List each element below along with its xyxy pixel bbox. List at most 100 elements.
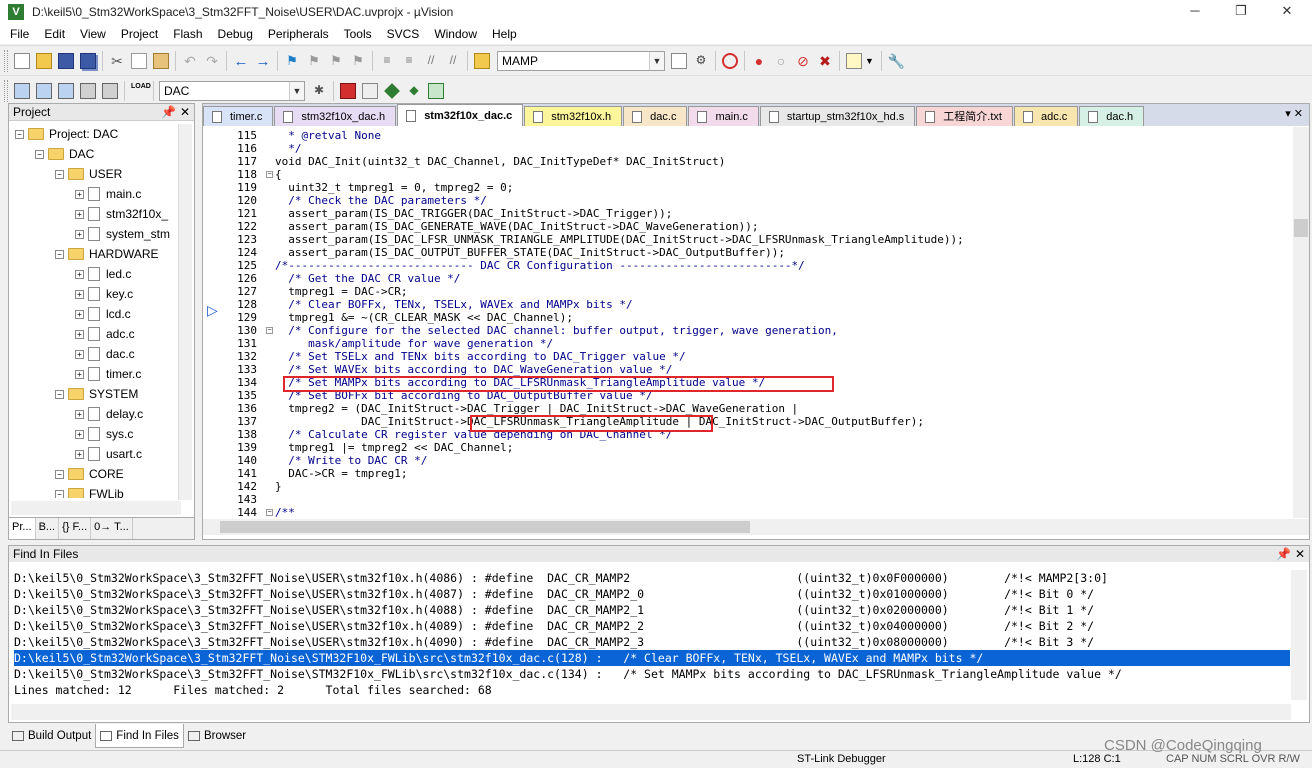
target-options-icon[interactable]: ✱ — [311, 83, 327, 99]
tab-templates[interactable]: 0→ T... — [91, 518, 133, 539]
editor-horizontal-scrollbar[interactable] — [203, 519, 1309, 535]
expand-toggle-icon[interactable]: − — [55, 489, 64, 498]
breakpoint-disable-all-icon[interactable]: ⊘ — [795, 53, 811, 69]
incremental-find-icon[interactable] — [671, 52, 687, 69]
tree-folder-item[interactable]: − SYSTEM — [55, 384, 138, 404]
menu-edit[interactable]: Edit — [44, 27, 65, 41]
breakpoint-kill-all-icon[interactable]: ✖ — [817, 53, 833, 69]
menu-svcs[interactable]: SVCS — [387, 27, 420, 41]
pin-icon[interactable]: 📌 — [1276, 546, 1291, 562]
copy-icon[interactable] — [131, 52, 147, 69]
editor-tab[interactable]: main.c — [688, 106, 759, 126]
find-combo[interactable]: MAMP ▼ — [497, 50, 665, 71]
find-result-row[interactable]: D:\keil5\0_Stm32WorkSpace\3_Stm32FFT_Noi… — [14, 570, 1290, 586]
find-result-row[interactable]: D:\keil5\0_Stm32WorkSpace\3_Stm32FFT_Noi… — [14, 650, 1290, 666]
batch-build-icon[interactable] — [80, 82, 96, 99]
file-extensions-icon[interactable] — [362, 82, 378, 99]
editor-tab[interactable]: adc.c — [1013, 106, 1079, 126]
find-result-row[interactable]: D:\keil5\0_Stm32WorkSpace\3_Stm32FFT_Noi… — [14, 602, 1290, 618]
tree-file-item[interactable]: + dac.c — [75, 344, 135, 364]
tab-project[interactable]: Pr... — [9, 518, 36, 539]
editor-tab[interactable]: 工程简介.txt — [916, 106, 1013, 126]
chevron-down-icon[interactable]: ▼ — [289, 81, 304, 100]
find-result-row[interactable]: D:\keil5\0_Stm32WorkSpace\3_Stm32FFT_Noi… — [14, 618, 1290, 634]
editor-tab[interactable]: timer.c — [203, 106, 274, 126]
minimize-button[interactable]: ─ — [1173, 0, 1217, 24]
save-icon[interactable] — [58, 52, 74, 69]
tree-file-item[interactable]: + delay.c — [75, 404, 143, 424]
find-icon[interactable]: ⚙ — [693, 53, 709, 69]
target-select[interactable]: DAC ▼ — [159, 80, 305, 101]
comment-icon[interactable]: // — [423, 53, 439, 69]
find-vertical-scrollbar[interactable] — [1291, 570, 1307, 700]
expand-toggle-icon[interactable]: + — [75, 209, 84, 219]
expand-toggle-icon[interactable]: + — [75, 329, 84, 339]
tree-folder-item[interactable]: − HARDWARE — [55, 244, 159, 264]
unindent-icon[interactable]: ≡ — [401, 53, 417, 69]
expand-toggle-icon[interactable]: + — [75, 269, 84, 279]
uncomment-icon[interactable]: // — [445, 53, 461, 69]
find-results[interactable]: D:\keil5\0_Stm32WorkSpace\3_Stm32FFT_Noi… — [14, 570, 1290, 698]
expand-toggle-icon[interactable]: + — [75, 229, 84, 239]
fold-toggle-icon[interactable]: − — [266, 327, 273, 334]
scroll-thumb[interactable] — [1294, 219, 1308, 237]
scroll-thumb[interactable] — [220, 521, 750, 533]
rebuild-icon[interactable] — [58, 82, 74, 99]
pin-icon[interactable]: 📌 — [161, 104, 176, 120]
project-horizontal-scrollbar[interactable] — [11, 501, 181, 515]
toolbar-grip[interactable] — [4, 49, 8, 72]
tab-functions[interactable]: {} F... — [59, 518, 92, 539]
find-in-files-icon[interactable] — [474, 52, 490, 69]
editor-tab[interactable]: dac.c — [623, 106, 688, 126]
save-all-icon[interactable] — [80, 52, 96, 69]
breakpoint-insert-icon[interactable]: ● — [751, 53, 767, 69]
close-icon[interactable]: ✕ — [180, 104, 190, 120]
menu-window[interactable]: Window — [434, 27, 477, 41]
undo-icon[interactable]: ↶ — [182, 53, 198, 69]
menu-view[interactable]: View — [80, 27, 106, 41]
close-icon[interactable]: ✕ — [1295, 546, 1305, 562]
tree-folder-item[interactable]: − USER — [55, 164, 122, 184]
bookmark-next-icon[interactable]: ⚑ — [328, 53, 344, 69]
tree-file-item[interactable]: + key.c — [75, 284, 133, 304]
editor-tab[interactable]: stm32f10x_dac.c — [397, 104, 524, 126]
paste-icon[interactable] — [153, 52, 169, 69]
find-horizontal-scrollbar[interactable] — [11, 704, 1291, 720]
expand-toggle-icon[interactable]: + — [75, 289, 84, 299]
nav-back-icon[interactable]: ← — [233, 53, 249, 70]
menu-help[interactable]: Help — [492, 27, 517, 41]
redo-icon[interactable]: ↷ — [204, 53, 220, 69]
find-result-row[interactable]: D:\keil5\0_Stm32WorkSpace\3_Stm32FFT_Noi… — [14, 634, 1290, 650]
tree-file-item[interactable]: + usart.c — [75, 444, 142, 464]
rte-icon[interactable]: ◆ — [406, 83, 422, 99]
tree-folder-item[interactable]: − Project: DAC — [15, 124, 118, 144]
tree-file-item[interactable]: + sys.c — [75, 424, 133, 444]
project-vertical-scrollbar[interactable] — [178, 124, 192, 500]
tree-file-item[interactable]: + adc.c — [75, 324, 135, 344]
close-button[interactable]: ✕ — [1265, 0, 1309, 24]
menu-file[interactable]: File — [10, 27, 29, 41]
expand-toggle-icon[interactable]: + — [75, 309, 84, 319]
bookmark-prev-icon[interactable]: ⚑ — [306, 53, 322, 69]
expand-toggle-icon[interactable]: − — [55, 169, 64, 179]
toolbar-grip[interactable] — [4, 79, 8, 102]
tree-folder-item[interactable]: − FWLib — [55, 484, 124, 498]
new-file-icon[interactable] — [14, 52, 30, 69]
expand-toggle-icon[interactable]: + — [75, 189, 84, 199]
cut-icon[interactable]: ✂ — [109, 53, 125, 69]
debug-session-icon[interactable] — [722, 52, 738, 69]
wrench-icon[interactable]: 🔧 — [888, 53, 905, 69]
tree-folder-item[interactable]: − CORE — [55, 464, 124, 484]
expand-toggle-icon[interactable]: − — [55, 389, 64, 399]
menu-debug[interactable]: Debug — [218, 27, 253, 41]
indent-icon[interactable]: ≡ — [379, 53, 395, 69]
manage-components-icon[interactable] — [340, 82, 356, 99]
tree-file-item[interactable]: + timer.c — [75, 364, 141, 384]
menu-project[interactable]: Project — [121, 27, 158, 41]
expand-toggle-icon[interactable]: − — [15, 129, 24, 139]
translate-icon[interactable] — [14, 82, 30, 99]
expand-toggle-icon[interactable]: − — [35, 149, 44, 159]
tab-books[interactable]: B... — [36, 518, 60, 539]
fold-toggle-icon[interactable]: − — [266, 171, 273, 178]
tree-file-item[interactable]: + lcd.c — [75, 304, 131, 324]
